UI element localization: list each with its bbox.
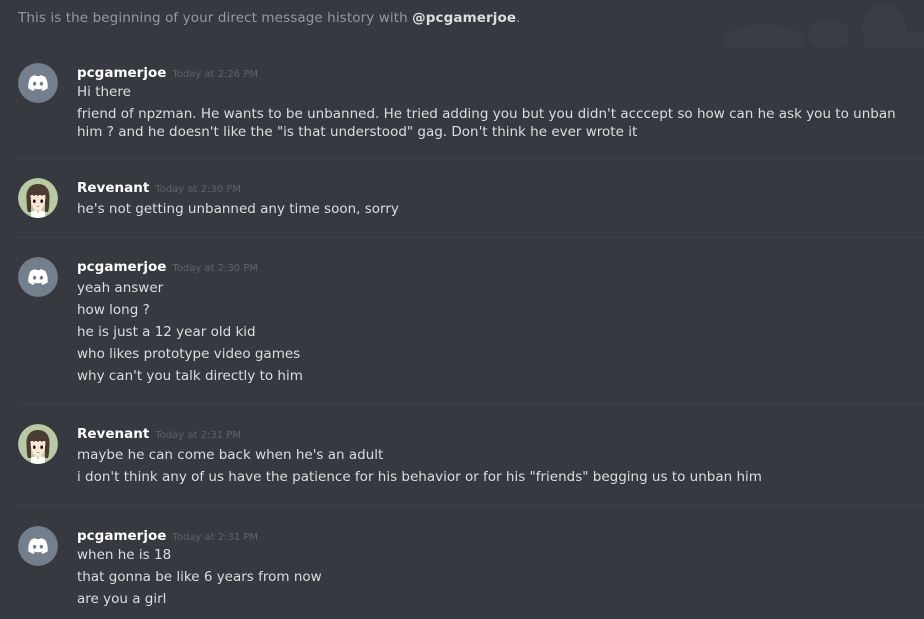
message-divider [18,237,924,238]
timestamp[interactable]: Today at 2:31 PM [155,430,241,441]
message-divider [18,505,924,506]
dm-history-intro: This is the beginning of your direct mes… [18,10,521,26]
anime-girl-avatar [18,178,58,218]
intro-handle[interactable]: @pcgamerjoe [412,10,516,26]
discord-logo-icon [18,63,58,103]
message-line: that gonna be like 6 years from now [77,569,322,585]
username[interactable]: pcgamerjoe [77,528,166,544]
message-header: Revenant Today at 2:31 PM [77,424,241,445]
username[interactable]: Revenant [77,180,149,196]
message-line: maybe he can come back when he's an adul… [77,447,384,463]
timestamp[interactable]: Today at 2:31 PM [172,532,258,543]
username[interactable]: pcgamerjoe [77,65,166,81]
avatar[interactable] [18,424,58,464]
message-line: how long ? [77,302,150,318]
intro-suffix: . [516,10,521,26]
dm-chat-view: This is the beginning of your direct mes… [0,0,924,619]
message-content: he's not getting unbanned any time soon,… [77,198,907,220]
avatar[interactable] [18,526,58,566]
discord-logo-icon [18,257,58,297]
anime-girl-avatar [18,424,58,464]
timestamp[interactable]: Today at 2:26 PM [172,69,258,80]
intro-text: This is the beginning of your direct mes… [18,10,413,26]
message-line: why can't you talk directly to him [77,368,303,384]
message-line: he's not getting unbanned any time soon,… [77,201,399,217]
username[interactable]: Revenant [77,426,149,442]
avatar[interactable] [18,178,58,218]
message-header: pcgamerjoe Today at 2:30 PM [77,257,258,278]
message-line: who likes prototype video games [77,346,301,362]
username[interactable]: pcgamerjoe [77,259,166,275]
timestamp[interactable]: Today at 2:30 PM [155,184,241,195]
message-content: yeah answer how long ? he is just a 12 y… [77,277,907,387]
message-line: Hi there [77,84,131,100]
message-line: i don't think any of us have the patienc… [77,469,762,485]
background-illustration [724,4,924,48]
message-line: when he is 18 [77,547,172,563]
discord-logo-icon [18,526,58,566]
message-line: he is just a 12 year old kid [77,324,256,340]
message-content: when he is 18 that gonna be like 6 years… [77,544,907,610]
avatar[interactable] [18,257,58,297]
message-line: are you a girl [77,591,167,607]
message-content: maybe he can come back when he's an adul… [77,444,907,488]
message-line: friend of npzman. He wants to be unbanne… [77,106,896,140]
message-divider [18,158,924,159]
message-header: Revenant Today at 2:30 PM [77,178,241,199]
message-line: yeah answer [77,280,164,296]
avatar[interactable] [18,63,58,103]
message-divider [18,404,924,405]
message-content: Hi there friend of npzman. He wants to b… [77,81,907,141]
timestamp[interactable]: Today at 2:30 PM [172,263,258,274]
